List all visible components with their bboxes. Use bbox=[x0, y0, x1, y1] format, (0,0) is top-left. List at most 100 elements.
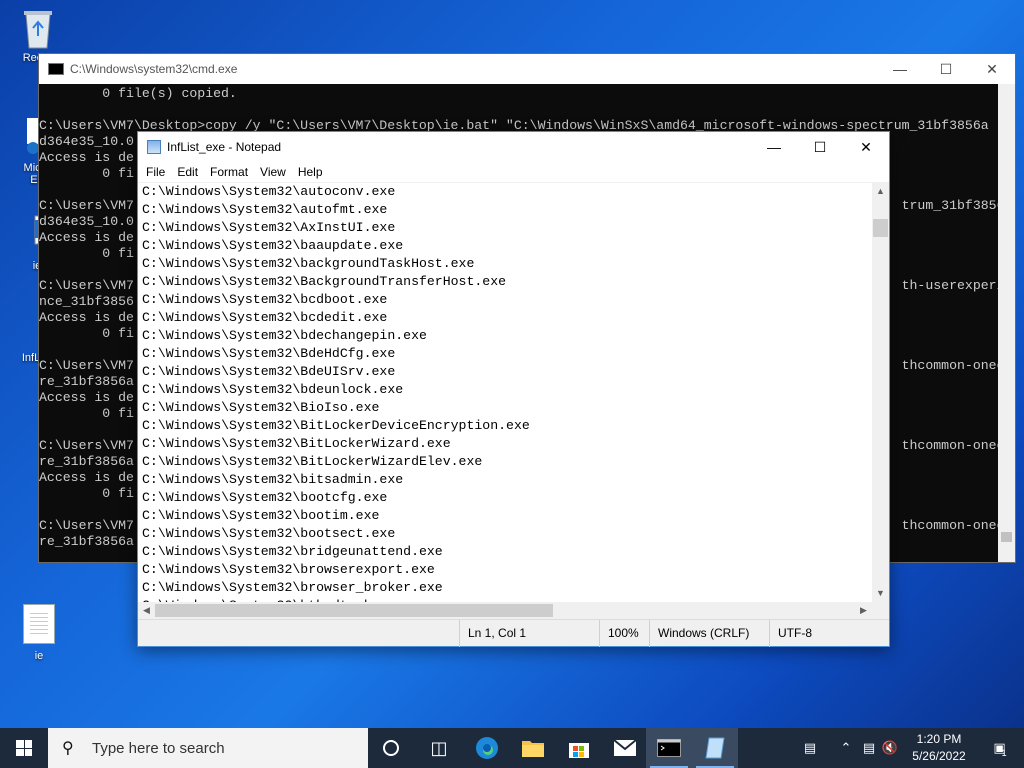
taskbar-edge[interactable] bbox=[464, 728, 510, 768]
news-icon: ▤ bbox=[803, 740, 817, 755]
notepad-text-line: C:\Windows\System32\bootim.exe bbox=[142, 508, 380, 523]
notepad-text-line: C:\Windows\System32\bcdedit.exe bbox=[142, 310, 388, 325]
notepad-vertical-scrollbar[interactable]: ▲ ▼ bbox=[872, 183, 889, 602]
maximize-button[interactable]: ☐ bbox=[923, 54, 969, 84]
notepad-text-line: C:\Windows\System32\BitLockerWizardElev.… bbox=[142, 454, 483, 469]
text-file-icon bbox=[19, 604, 59, 648]
notepad-titlebar[interactable]: InfList_exe - Notepad — ☐ ✕ bbox=[138, 132, 889, 162]
horizontal-scroll-thumb[interactable] bbox=[155, 604, 553, 617]
notepad-icon bbox=[705, 737, 725, 759]
close-icon: ✕ bbox=[860, 138, 872, 155]
cmd-output-line: 0 file(s) copied. bbox=[39, 86, 237, 101]
taskbar-clock[interactable]: 1:20 PM 5/26/2022 bbox=[900, 728, 978, 768]
scroll-down-icon[interactable]: ▼ bbox=[872, 585, 889, 602]
notepad-text-line: C:\Windows\System32\BdeHdCfg.exe bbox=[142, 346, 396, 361]
clock-date: 5/26/2022 bbox=[912, 749, 966, 763]
menu-help[interactable]: Help bbox=[292, 165, 329, 179]
taskbar-news[interactable]: ▤ bbox=[794, 728, 826, 768]
volume-muted-icon: 🔇 bbox=[881, 740, 899, 755]
cmd-title: C:\Windows\system32\cmd.exe bbox=[70, 62, 238, 76]
notepad-title: InfList_exe - Notepad bbox=[167, 140, 282, 154]
cmd-scroll-thumb[interactable] bbox=[1001, 532, 1012, 542]
windows-logo-icon bbox=[16, 740, 32, 756]
search-placeholder: Type here to search bbox=[92, 739, 225, 757]
vertical-scroll-thumb[interactable] bbox=[873, 219, 888, 237]
cmd-app-icon bbox=[48, 63, 64, 75]
notepad-app-icon bbox=[147, 140, 161, 154]
cmd-scrollbar[interactable] bbox=[998, 84, 1015, 562]
volume-control[interactable]: 🔇 bbox=[880, 728, 900, 768]
maximize-icon: ☐ bbox=[939, 60, 953, 77]
notepad-text-line: C:\Windows\System32\bcdboot.exe bbox=[142, 292, 388, 307]
taskbar-notepad[interactable] bbox=[692, 728, 738, 768]
scroll-up-icon[interactable]: ▲ bbox=[872, 183, 889, 200]
menu-file[interactable]: File bbox=[140, 165, 171, 179]
notepad-text[interactable]: C:\Windows\System32\autoconv.exe C:\Windo… bbox=[142, 183, 872, 602]
action-center-button[interactable]: ▣ 1 bbox=[980, 728, 1020, 768]
notepad-horizontal-scrollbar[interactable]: ◀ ▶ bbox=[138, 602, 872, 619]
minimize-button[interactable]: — bbox=[751, 132, 797, 162]
minimize-icon: — bbox=[893, 61, 907, 77]
status-position: Ln 1, Col 1 bbox=[459, 620, 599, 647]
scroll-left-icon[interactable]: ◀ bbox=[138, 602, 155, 619]
notepad-edit-area[interactable]: C:\Windows\System32\autoconv.exe C:\Windo… bbox=[138, 182, 889, 619]
cmd-output-line bbox=[39, 102, 1015, 118]
desktop-icon-label: ie bbox=[34, 650, 44, 662]
clock-time: 1:20 PM bbox=[916, 732, 962, 746]
desktop-icon-ie-txt[interactable]: ie bbox=[4, 604, 74, 662]
taskbar-cmd[interactable] bbox=[646, 728, 692, 768]
taskbar: ⚲ Type here to search ◫ ▤ ⌃ ▤ 🔇 1:20 PM … bbox=[0, 728, 1024, 768]
notepad-text-line: C:\Windows\System32\BitLockerDeviceEncry… bbox=[142, 418, 530, 433]
notepad-window[interactable]: InfList_exe - Notepad — ☐ ✕ File Edit Fo… bbox=[137, 131, 890, 647]
taskbar-mail[interactable] bbox=[602, 728, 648, 768]
notepad-text-line: C:\Windows\System32\bdeunlock.exe bbox=[142, 382, 404, 397]
taskbar-search-box[interactable]: ⚲ Type here to search bbox=[48, 728, 368, 768]
notepad-text-line: C:\Windows\System32\bitsadmin.exe bbox=[142, 472, 404, 487]
close-button[interactable]: ✕ bbox=[843, 132, 889, 162]
scroll-right-icon[interactable]: ▶ bbox=[855, 602, 872, 619]
status-line-ending: Windows (CRLF) bbox=[649, 620, 769, 647]
notepad-statusbar: Ln 1, Col 1 100% Windows (CRLF) UTF-8 bbox=[138, 619, 889, 647]
menu-format[interactable]: Format bbox=[204, 165, 254, 179]
chevron-up-icon: ⌃ bbox=[840, 740, 852, 755]
taskbar-store[interactable] bbox=[556, 728, 602, 768]
notepad-text-line: C:\Windows\System32\bdechangepin.exe bbox=[142, 328, 427, 343]
mail-icon bbox=[613, 739, 637, 756]
notepad-text-line: C:\Windows\System32\BitLockerWizard.exe bbox=[142, 436, 451, 451]
edge-icon bbox=[476, 737, 498, 759]
notepad-text-line: C:\Windows\System32\BioIso.exe bbox=[142, 400, 380, 415]
notepad-text-line: C:\Windows\System32\browserexport.exe bbox=[142, 562, 435, 577]
taskbar-file-explorer[interactable] bbox=[510, 728, 556, 768]
close-button[interactable]: ✕ bbox=[969, 54, 1015, 84]
cortana-button[interactable] bbox=[368, 728, 414, 768]
maximize-icon: ☐ bbox=[813, 138, 827, 155]
network-disconnected-icon: ▤ bbox=[862, 740, 876, 755]
notepad-text-line: C:\Windows\System32\baaupdate.exe bbox=[142, 238, 404, 253]
minimize-button[interactable]: — bbox=[877, 54, 923, 84]
notepad-text-line: C:\Windows\System32\BdeUISrv.exe bbox=[142, 364, 396, 379]
store-icon bbox=[569, 743, 589, 758]
menu-view[interactable]: View bbox=[254, 165, 292, 179]
notification-count: 1 bbox=[1001, 748, 1007, 758]
scrollbar-corner bbox=[872, 602, 889, 619]
notepad-menubar: File Edit Format View Help bbox=[138, 162, 889, 182]
search-icon: ⚲ bbox=[62, 740, 74, 757]
notepad-text-line: C:\Windows\System32\browser_broker.exe bbox=[142, 580, 443, 595]
status-encoding: UTF-8 bbox=[769, 620, 889, 647]
maximize-button[interactable]: ☐ bbox=[797, 132, 843, 162]
notepad-text-line: C:\Windows\System32\autoconv.exe bbox=[142, 184, 396, 199]
notepad-text-line: C:\Windows\System32\bootsect.exe bbox=[142, 526, 396, 541]
show-hidden-icons[interactable]: ⌃ bbox=[836, 728, 856, 768]
notepad-text-line: C:\Windows\System32\bridgeunattend.exe bbox=[142, 544, 443, 559]
notepad-text-line: C:\Windows\System32\autofmt.exe bbox=[142, 202, 388, 217]
start-button[interactable] bbox=[0, 728, 48, 768]
notepad-text-line: C:\Windows\System32\bootcfg.exe bbox=[142, 490, 388, 505]
menu-edit[interactable]: Edit bbox=[171, 165, 204, 179]
status-zoom: 100% bbox=[599, 620, 649, 647]
folder-icon bbox=[522, 741, 544, 757]
task-view-button[interactable]: ◫ bbox=[416, 728, 462, 768]
network-status[interactable]: ▤ bbox=[858, 728, 880, 768]
cmd-titlebar[interactable]: C:\Windows\system32\cmd.exe — ☐ ✕ bbox=[39, 54, 1015, 84]
cortana-circle-icon bbox=[383, 740, 399, 756]
cmd-icon bbox=[657, 739, 681, 757]
